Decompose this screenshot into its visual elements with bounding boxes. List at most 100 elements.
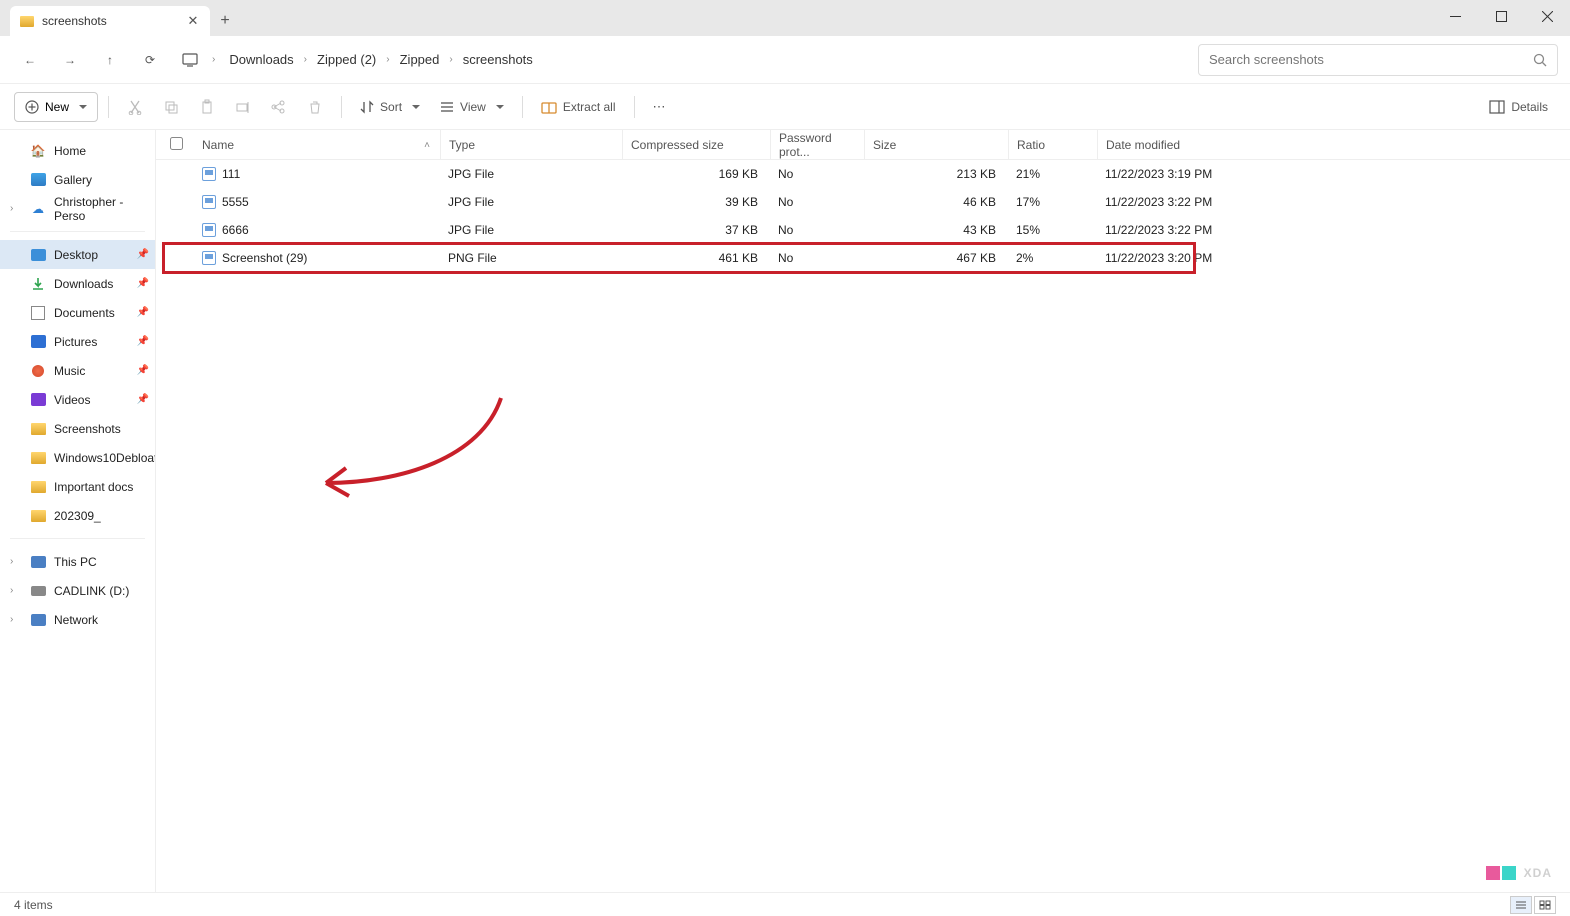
toolbar: New Sort View Extract all ⋯ Details [0, 84, 1570, 130]
file-row[interactable]: 5555JPG File39 KBNo46 KB17%11/22/2023 3:… [156, 188, 1570, 216]
sidebar-item[interactable]: Downloads📌 [0, 269, 155, 298]
cut-button[interactable] [119, 91, 151, 123]
sidebar-item[interactable]: ›Network [0, 605, 155, 634]
pc-icon [30, 554, 46, 570]
copy-button[interactable] [155, 91, 187, 123]
sidebar-item[interactable]: Important docs [0, 472, 155, 501]
sidebar-home[interactable]: 🏠Home [0, 136, 155, 165]
more-button[interactable]: ⋯ [645, 91, 674, 123]
view-button[interactable]: View [432, 91, 512, 123]
search-input[interactable] [1209, 52, 1525, 67]
search-box[interactable] [1198, 44, 1558, 76]
pc-icon[interactable] [172, 42, 208, 78]
sidebar-item[interactable]: 202309_ [0, 501, 155, 530]
extract-all-button[interactable]: Extract all [533, 91, 624, 123]
sidebar-item[interactable]: Desktop📌 [0, 240, 155, 269]
sidebar-label: Gallery [54, 173, 92, 187]
sort-label: Sort [380, 100, 402, 114]
column-size[interactable]: Size [864, 130, 1008, 159]
pics-icon [30, 334, 46, 350]
chevron-right-icon[interactable]: › [10, 585, 13, 596]
new-button[interactable]: New [14, 92, 98, 122]
thumbnails-view-button[interactable] [1534, 896, 1556, 914]
pin-icon[interactable]: 📌 [137, 365, 149, 376]
sidebar-item[interactable]: ›This PC [0, 547, 155, 576]
sidebar-item[interactable]: Pictures📌 [0, 327, 155, 356]
refresh-button[interactable]: ⟳ [132, 42, 168, 78]
sidebar-item[interactable]: Documents📌 [0, 298, 155, 327]
sort-button[interactable]: Sort [352, 91, 428, 123]
close-tab-icon[interactable]: ✕ [186, 14, 200, 28]
sidebar-item[interactable]: Screenshots [0, 414, 155, 443]
file-compressed-size: 39 KB [622, 195, 770, 209]
forward-button[interactable]: → [52, 42, 88, 78]
column-date[interactable]: Date modified [1097, 130, 1277, 159]
net-icon [30, 612, 46, 628]
title-bar: screenshots ✕ + [0, 0, 1570, 36]
new-tab-button[interactable]: + [210, 6, 240, 36]
browser-tab[interactable]: screenshots ✕ [10, 6, 210, 36]
file-type: PNG File [440, 251, 622, 265]
pin-icon[interactable]: 📌 [137, 394, 149, 405]
details-pane-button[interactable]: Details [1481, 91, 1556, 123]
pin-icon[interactable]: 📌 [137, 336, 149, 347]
paste-button[interactable] [191, 91, 223, 123]
sidebar-item[interactable]: Music📌 [0, 356, 155, 385]
extract-label: Extract all [563, 100, 616, 114]
sidebar-item[interactable]: › CADLINK (D:) [0, 576, 155, 605]
folder-icon [30, 479, 46, 495]
file-list: Name˄ Type Compressed size Password prot… [156, 130, 1570, 892]
maximize-button[interactable] [1478, 0, 1524, 32]
chevron-down-icon [492, 100, 504, 114]
breadcrumb-item[interactable]: screenshots [459, 50, 537, 69]
file-row[interactable]: 6666JPG File37 KBNo43 KB15%11/22/2023 3:… [156, 216, 1570, 244]
chevron-right-icon: › [304, 54, 307, 65]
chevron-right-icon[interactable]: › [10, 203, 13, 214]
column-password[interactable]: Password prot... [770, 130, 864, 159]
view-label: View [460, 100, 486, 114]
back-button[interactable]: ← [12, 42, 48, 78]
sidebar-onedrive[interactable]: ›☁Christopher - Perso [0, 194, 155, 223]
details-view-button[interactable] [1510, 896, 1532, 914]
details-pane-icon [1489, 100, 1505, 114]
chevron-right-icon[interactable]: › [10, 614, 13, 625]
sidebar-gallery[interactable]: Gallery [0, 165, 155, 194]
folder-icon [20, 16, 34, 27]
select-all-checkbox[interactable] [156, 137, 196, 153]
sidebar-item[interactable]: Videos📌 [0, 385, 155, 414]
column-compressed-size[interactable]: Compressed size [622, 130, 770, 159]
delete-button[interactable] [299, 91, 331, 123]
item-count: 4 items [14, 898, 53, 912]
file-name: 111 [222, 167, 240, 181]
file-size: 46 KB [864, 195, 1008, 209]
up-button[interactable]: ↑ [92, 42, 128, 78]
home-icon: 🏠 [30, 143, 46, 159]
column-type[interactable]: Type [440, 130, 622, 159]
rename-button[interactable] [227, 91, 259, 123]
file-row[interactable]: 111JPG File169 KBNo213 KB21%11/22/2023 3… [156, 160, 1570, 188]
breadcrumb-item[interactable]: Zipped [396, 50, 444, 69]
file-name: 6666 [222, 223, 249, 237]
sidebar-label: CADLINK (D:) [54, 584, 129, 598]
window-controls [1432, 0, 1570, 32]
chevron-down-icon [408, 100, 420, 114]
file-password: No [770, 223, 864, 237]
breadcrumb-item[interactable]: Downloads [225, 50, 297, 69]
breadcrumb-item[interactable]: Zipped (2) [313, 50, 380, 69]
chevron-right-icon[interactable]: › [10, 556, 13, 567]
file-ratio: 15% [1008, 223, 1097, 237]
column-ratio[interactable]: Ratio [1008, 130, 1097, 159]
file-row[interactable]: Screenshot (29)PNG File461 KBNo467 KB2%1… [156, 244, 1570, 272]
minimize-button[interactable] [1432, 0, 1478, 32]
chevron-right-icon: › [449, 54, 452, 65]
chevron-down-icon [75, 100, 87, 114]
close-window-button[interactable] [1524, 0, 1570, 32]
pin-icon[interactable]: 📌 [137, 249, 149, 260]
breadcrumb: Downloads › Zipped (2) › Zipped › screen… [219, 44, 1194, 76]
column-name[interactable]: Name˄ [196, 138, 440, 152]
file-type: JPG File [440, 195, 622, 209]
pin-icon[interactable]: 📌 [137, 278, 149, 289]
sidebar-item[interactable]: Windows10Debloat [0, 443, 155, 472]
share-button[interactable] [263, 91, 295, 123]
pin-icon[interactable]: 📌 [137, 307, 149, 318]
